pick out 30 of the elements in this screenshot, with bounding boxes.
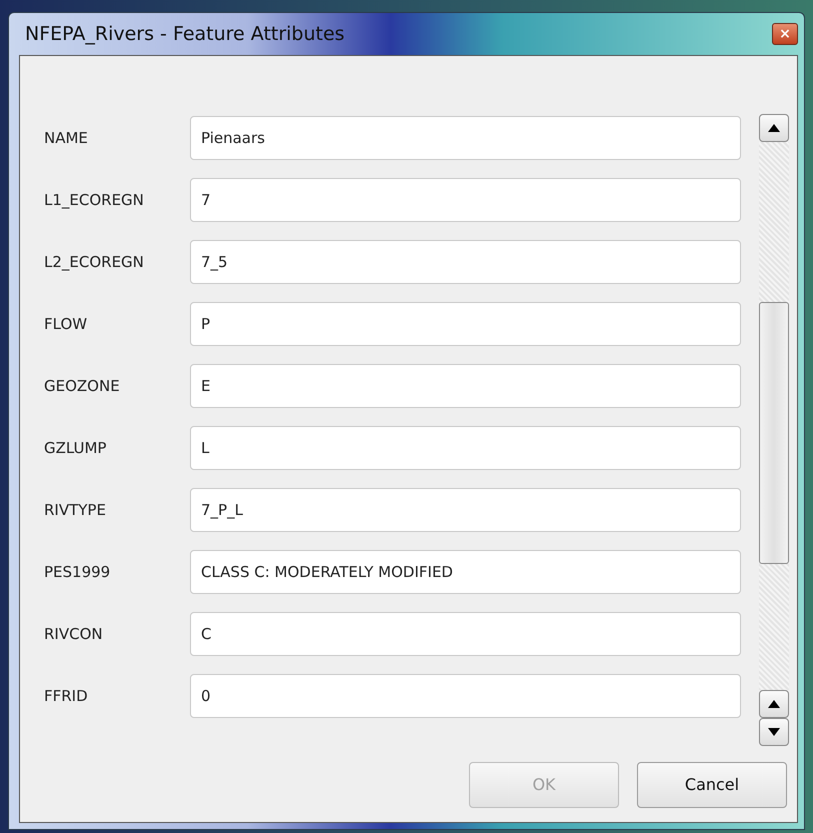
cancel-button[interactable]: Cancel [637,762,787,808]
attribute-field[interactable]: E [190,364,741,408]
window-title: NFEPA_Rivers - Feature Attributes [25,22,345,47]
attribute-field[interactable]: 7_P_L [190,488,741,532]
field-label: GZLUMP [44,438,108,459]
field-label: NAME [44,128,89,149]
field-label: RIVCON [44,624,104,645]
field-label: L1_ECOREGN [44,190,145,211]
attribute-field[interactable]: CLASS C: MODERATELY MODIFIED [190,550,741,594]
up-arrow-icon [768,700,780,708]
attribute-field[interactable]: 7 [190,178,741,222]
attribute-field[interactable]: L [190,426,741,470]
down-arrow-icon [768,728,780,736]
field-label: FLOW [44,314,88,335]
attribute-field[interactable]: 7_5 [190,240,741,284]
field-label: RIVTYPE [44,500,107,521]
attribute-field[interactable]: C [190,612,741,656]
scroll-up-button[interactable] [759,690,789,718]
field-label: FFRID [44,686,89,707]
scroll-down-button[interactable] [759,718,789,746]
field-label: GEOZONE [44,376,121,397]
close-button[interactable]: × [772,23,798,45]
attribute-field[interactable]: Pienaars [190,116,741,160]
field-label: PES1999 [44,562,112,583]
attribute-field[interactable]: P [190,302,741,346]
scrollbar-thumb[interactable] [759,302,789,564]
field-label: L2_ECOREGN [44,252,145,273]
scroll-up-button[interactable] [759,114,789,142]
up-arrow-icon [768,124,780,132]
attribute-field[interactable]: 0 [190,674,741,718]
